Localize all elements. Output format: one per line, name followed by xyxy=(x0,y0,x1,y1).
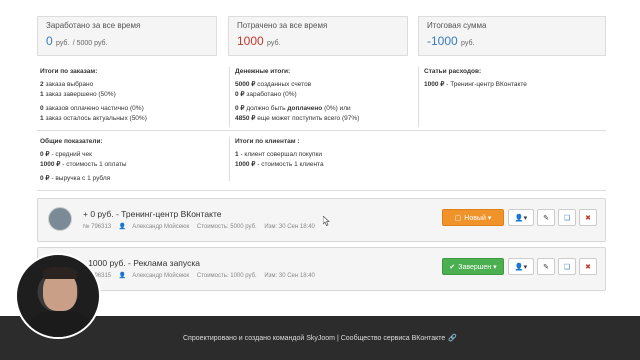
earned-value: 0 руб. / 5000 руб. xyxy=(46,34,108,48)
link-icon: 🔗 xyxy=(448,335,457,342)
total-value: -1000 руб. xyxy=(427,34,475,48)
trash-icon: ✖ xyxy=(585,214,591,222)
avatar xyxy=(48,207,72,231)
document-icon: ▢ xyxy=(454,214,462,222)
copy-button[interactable]: ❏ xyxy=(558,258,576,275)
mouse-cursor-icon xyxy=(323,216,330,226)
general-summary: Общие показатели: 0 ₽ - средний чек 1000… xyxy=(40,138,127,182)
assign-user-button[interactable]: 👤▾ xyxy=(508,209,534,226)
pencil-icon: ✎ xyxy=(543,214,549,222)
total-label: Итоговая сумма xyxy=(427,21,487,30)
earned-stat-box: Заработано за все время 0 руб. / 5000 ру… xyxy=(37,16,217,56)
copy-button[interactable]: ❏ xyxy=(558,209,576,226)
status-dropdown-button[interactable]: ✔ Завершен ▾ xyxy=(442,258,504,275)
transaction-meta: № 796313 👤 Александр Мойсеюк Стоимость: 5… xyxy=(83,224,315,230)
copy-icon: ❏ xyxy=(563,263,571,271)
webcam-overlay xyxy=(15,253,101,339)
copy-icon: ❏ xyxy=(563,214,571,222)
footer: Спроектировано и создано командой SkyJoo… xyxy=(0,316,640,360)
status-dropdown-button[interactable]: ▢ Новый ▾ xyxy=(442,209,504,226)
pencil-icon: ✎ xyxy=(543,263,549,271)
assign-user-button[interactable]: 👤▾ xyxy=(508,258,534,275)
check-icon: ✔ xyxy=(449,263,456,271)
transaction-title[interactable]: + 0 руб. - Тренинг-центр ВКонтакте xyxy=(83,209,222,219)
money-summary: Денежные итоги: 5000 ₽ созданных счетов … xyxy=(235,68,360,122)
transaction-card[interactable]: - 1000 руб. - Реклама запуска № 796315 👤… xyxy=(37,247,606,291)
edit-button[interactable]: ✎ xyxy=(537,258,555,275)
user-icon: 👤 xyxy=(118,224,127,230)
user-icon: 👤▾ xyxy=(514,214,528,222)
user-icon: 👤▾ xyxy=(514,263,528,271)
expenses-summary: Статьи расходов: 1000 ₽ - Тренинг-центр … xyxy=(424,68,527,88)
transaction-title[interactable]: - 1000 руб. - Реклама запуска xyxy=(83,258,200,268)
spent-value: 1000 руб. xyxy=(237,34,281,48)
trash-icon: ✖ xyxy=(585,263,591,271)
delete-button[interactable]: ✖ xyxy=(579,258,597,275)
spent-stat-box: Потрачено за все время 1000 руб. xyxy=(228,16,408,56)
clients-summary: Итоги по клиентам : 1 - клиент совершал … xyxy=(235,138,324,168)
user-icon: 👤 xyxy=(118,273,127,279)
total-stat-box: Итоговая сумма -1000 руб. xyxy=(418,16,606,56)
transaction-meta: № 796315 👤 Александр Мойсеюк Стоимость: 1… xyxy=(83,273,315,279)
orders-summary: Итоги по заказам: 2 заказа выбрано 1 зак… xyxy=(40,68,147,122)
delete-button[interactable]: ✖ xyxy=(579,209,597,226)
footer-text[interactable]: Спроектировано и создано командой SkyJoo… xyxy=(183,335,445,342)
edit-button[interactable]: ✎ xyxy=(537,209,555,226)
spent-label: Потрачено за все время xyxy=(237,21,328,30)
earned-label: Заработано за все время xyxy=(46,21,141,30)
transaction-card[interactable]: + 0 руб. - Тренинг-центр ВКонтакте № 796… xyxy=(37,198,606,242)
